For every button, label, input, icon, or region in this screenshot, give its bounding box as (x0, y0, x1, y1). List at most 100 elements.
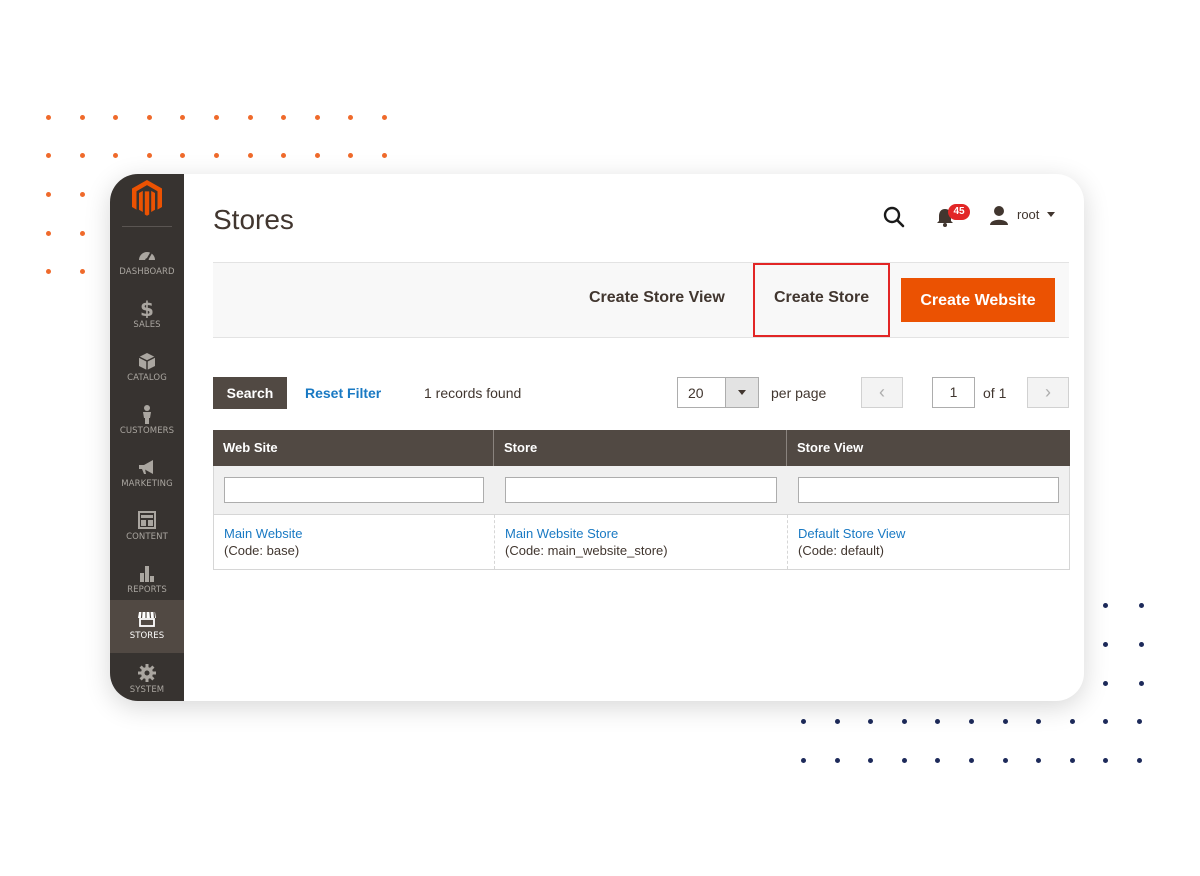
decorative-dot (214, 115, 219, 120)
decorative-dot (868, 758, 874, 763)
reset-filter-link[interactable]: Reset Filter (305, 385, 381, 401)
website-code: (Code: base) (224, 543, 300, 558)
next-page-button[interactable]: › (1027, 377, 1069, 408)
per-page-label: per page (771, 385, 827, 401)
box-icon (138, 353, 156, 370)
decorative-dot (1002, 719, 1008, 724)
magento-logo-icon[interactable] (128, 176, 166, 220)
decorative-dot (901, 719, 907, 724)
sidebar-item-content[interactable]: CONTENT (110, 501, 184, 554)
store-link[interactable]: Main Website Store (505, 525, 668, 542)
decorative-dot (801, 758, 806, 763)
decorative-dot (969, 758, 974, 763)
layout-icon (138, 511, 156, 529)
column-header-store-view[interactable]: Store View (787, 430, 1070, 466)
sidebar-item-sales[interactable]: $ SALES (110, 289, 184, 342)
decorative-dot (46, 153, 51, 158)
chevron-down-icon[interactable] (1047, 212, 1055, 217)
user-icon[interactable] (988, 205, 1010, 225)
gear-icon (138, 664, 156, 682)
sidebar-item-dashboard[interactable]: DASHBOARD (110, 236, 184, 289)
per-page-toggle[interactable] (725, 378, 758, 407)
decorative-dot (1069, 719, 1075, 724)
decorative-dot (79, 269, 85, 274)
decorative-dot (935, 758, 941, 763)
main-content: Stores 45 root Create Store View Create … (184, 174, 1084, 701)
decorative-dot (1103, 681, 1108, 686)
decorative-dot (1137, 758, 1142, 763)
decorative-dot (46, 115, 51, 120)
web-site-cell: Main Website (Code: base) (224, 525, 303, 559)
decorative-dot (1139, 642, 1144, 647)
decorative-dot (1103, 642, 1108, 647)
decorative-dot (1103, 758, 1109, 763)
bar-chart-icon (140, 566, 154, 582)
per-page-value: 20 (688, 385, 704, 401)
filter-row (213, 466, 1070, 514)
decorative-dot (46, 231, 51, 236)
dashboard-icon (139, 252, 155, 262)
decorative-dot (1139, 603, 1144, 608)
chevron-right-icon: › (1045, 382, 1051, 402)
page-number-input[interactable]: 1 (932, 377, 975, 408)
decorative-dot (1036, 719, 1042, 724)
search-icon[interactable] (882, 205, 906, 229)
decorative-dot (314, 115, 320, 120)
previous-page-button[interactable]: ‹ (861, 377, 903, 408)
per-page-select[interactable]: 20 (677, 377, 759, 408)
decorative-dot (281, 115, 287, 120)
store-view-link[interactable]: Default Store View (798, 525, 905, 542)
web-site-filter-input[interactable] (224, 477, 484, 503)
user-menu-name[interactable]: root (1017, 207, 1039, 222)
decorative-dot (1002, 758, 1008, 763)
column-header-store[interactable]: Store (494, 430, 787, 466)
decorative-dot (834, 719, 840, 724)
create-store-view-button[interactable]: Create Store View (589, 289, 725, 307)
sidebar-item-stores[interactable]: STORES (110, 600, 184, 653)
admin-sidebar: DASHBOARD $ SALES CATALOG CUSTOMERS MARK… (110, 174, 184, 701)
page-actions: Create Store View Create Store Create We… (213, 262, 1069, 338)
store-code: (Code: main_website_store) (505, 543, 668, 558)
sidebar-item-catalog[interactable]: CATALOG (110, 342, 184, 395)
create-website-button[interactable]: Create Website (901, 278, 1055, 322)
decorative-dot (1103, 603, 1108, 608)
records-found: 1 records found (424, 385, 522, 401)
storefront-icon (138, 611, 156, 627)
person-icon (143, 405, 151, 424)
column-divider (494, 515, 495, 569)
decorative-dot (146, 115, 152, 120)
decorative-dot (935, 719, 941, 724)
decorative-dot (281, 153, 287, 158)
sidebar-item-system[interactable]: SYSTEM (110, 654, 184, 701)
store-filter-input[interactable] (505, 477, 777, 503)
website-link[interactable]: Main Website (224, 525, 303, 542)
decorative-dot (382, 115, 387, 120)
store-view-cell: Default Store View (Code: default) (798, 525, 905, 559)
decorative-dot (348, 115, 354, 120)
decorative-dot (79, 115, 85, 120)
decorative-dot (146, 153, 152, 158)
decorative-dot (314, 153, 320, 158)
store-view-filter-input[interactable] (798, 477, 1059, 503)
sidebar-item-customers[interactable]: CUSTOMERS (110, 395, 184, 448)
decorative-dot (801, 719, 806, 724)
page-title: Stores (213, 204, 294, 235)
decorative-dot (46, 269, 51, 274)
column-divider (787, 515, 788, 569)
decorative-dot (79, 153, 85, 158)
store-view-code: (Code: default) (798, 543, 884, 558)
search-button[interactable]: Search (213, 377, 287, 409)
decorative-dot (46, 192, 51, 197)
sidebar-item-marketing[interactable]: MARKETING (110, 448, 184, 501)
decorative-dot (79, 231, 85, 236)
decorative-dot (382, 153, 387, 158)
decorative-dot (1139, 681, 1144, 686)
decorative-dot (901, 758, 907, 763)
decorative-dot (113, 115, 119, 120)
column-header-web-site[interactable]: Web Site (213, 430, 494, 466)
create-store-button[interactable]: Create Store (774, 289, 869, 307)
decorative-dot (180, 115, 186, 120)
notification-badge[interactable]: 45 (948, 204, 970, 220)
decorative-dot (868, 719, 874, 724)
store-cell: Main Website Store (Code: main_website_s… (505, 525, 668, 559)
